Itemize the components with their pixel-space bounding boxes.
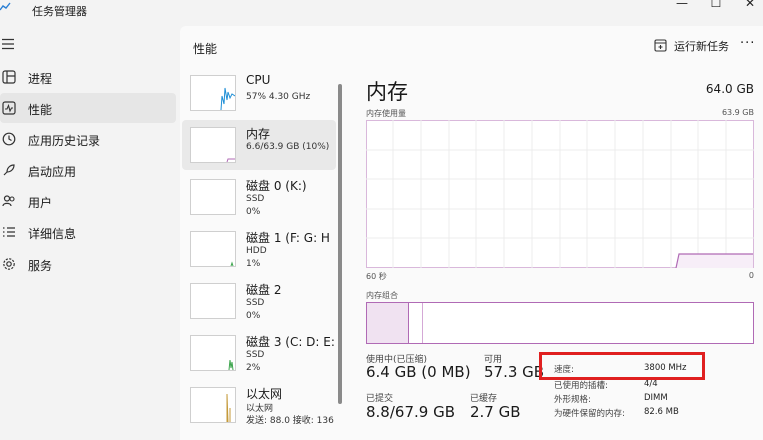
device-name: 磁盘 3 (C: D: E:: [246, 335, 335, 349]
in-use-value: 6.4 GB (0 MB): [366, 363, 471, 381]
hamburger-menu-icon[interactable]: [2, 38, 16, 50]
device-item-disk-3[interactable]: 磁盘 3 (C: D: E: SSD 2%: [182, 328, 336, 378]
device-type: HDD: [246, 246, 267, 256]
disk-thumbnail: [190, 231, 236, 267]
device-type: SSD: [246, 298, 265, 308]
composition-label: 内存组合: [366, 291, 398, 300]
network-throughput: 发送: 88.0 接收: 136: [246, 416, 334, 426]
memory-composition-bar: [366, 302, 754, 344]
device-item-memory[interactable]: 内存 6.6/63.9 GB (10%): [182, 120, 336, 170]
sidebar-item-app-history[interactable]: 应用历史记录: [0, 124, 176, 154]
speed-highlight-box: [539, 352, 705, 380]
sidebar-item-label: 服务: [28, 259, 53, 273]
sidebar-item-startup-apps[interactable]: 启动应用: [0, 155, 176, 185]
memory-usage-chart: [366, 120, 754, 268]
sidebar-item-label: 详细信息: [28, 227, 77, 241]
device-name: CPU: [246, 73, 271, 87]
committed-value: 8.8/67.9 GB: [366, 403, 455, 421]
more-options-button[interactable]: ···: [740, 36, 755, 51]
available-value: 57.3 GB: [484, 363, 545, 381]
performance-icon: [2, 101, 16, 115]
hardware-reserved-value: 82.6 MB: [644, 407, 679, 417]
sidebar-item-label: 进程: [28, 72, 53, 86]
slots-used-label: 已使用的插槽:: [554, 381, 608, 391]
app-title: 任务管理器: [32, 5, 87, 18]
device-usage: 1%: [246, 259, 261, 269]
run-task-icon: [654, 39, 667, 52]
cpu-thumbnail: [190, 75, 236, 111]
device-usage: 0%: [246, 311, 261, 321]
disk-thumbnail: [190, 335, 236, 371]
page-title: 性能: [193, 42, 218, 56]
device-item-cpu[interactable]: CPU 57% 4.30 GHz: [182, 68, 336, 118]
memory-total: 64.0 GB: [705, 82, 754, 96]
sidebar-item-label: 用户: [28, 196, 53, 210]
usage-chart-label: 内存使用量: [366, 109, 406, 118]
device-name: 磁盘 2: [246, 283, 282, 297]
disk-thumbnail: [190, 179, 236, 215]
task-manager-icon: [0, 2, 11, 11]
slots-used-value: 4/4: [644, 379, 658, 389]
chart-axis-left: 60 秒: [366, 272, 387, 281]
sidebar-item-label: 启动应用: [28, 165, 77, 179]
grid-icon: [2, 70, 16, 84]
sidebar-item-details[interactable]: 详细信息: [0, 217, 176, 247]
maximize-button[interactable]: ☐: [706, 0, 726, 10]
device-list: CPU 57% 4.30 GHz 内存 6.6/63.9 GB (10%) 磁盘…: [180, 66, 338, 440]
sidebar-item-label: 性能: [28, 103, 53, 117]
device-item-disk-0[interactable]: 磁盘 0 (K:) SSD 0%: [182, 172, 336, 222]
form-factor-value: DIMM: [644, 393, 668, 403]
composition-in-use: [367, 303, 409, 343]
composition-modified: [409, 303, 423, 343]
sidebar-item-processes[interactable]: 进程: [0, 62, 176, 92]
device-usage: 0%: [246, 207, 261, 217]
detail-title: 内存: [366, 80, 408, 104]
title-bar: 任务管理器 — ☐ ✕: [0, 0, 763, 22]
memory-detail-panel: 内存 64.0 GB 内存使用量 63.9 GB 60 秒 0 内存组合 使用中…: [364, 66, 760, 440]
usage-chart-max: 63.9 GB: [721, 108, 754, 117]
history-icon: [2, 132, 16, 146]
sidebar-item-performance[interactable]: 性能: [0, 93, 176, 123]
hardware-reserved-label: 为硬件保留的内存:: [554, 409, 625, 419]
device-item-disk-1[interactable]: 磁盘 1 (F: G: H HDD 1%: [182, 224, 336, 274]
device-name: 以太网: [246, 387, 283, 401]
list-icon: [3, 227, 15, 237]
startup-icon: [3, 164, 15, 176]
sidebar-item-users[interactable]: 用户: [0, 186, 176, 216]
cached-value: 2.7 GB: [470, 403, 521, 421]
run-new-task-label: 运行新任务: [674, 40, 729, 53]
sidebar-item-services[interactable]: 服务: [0, 249, 176, 279]
device-detail: 57% 4.30 GHz: [246, 92, 311, 102]
memory-thumbnail: [190, 127, 236, 163]
disk-thumbnail: [190, 283, 236, 319]
device-name: 磁盘 0 (K:): [246, 179, 307, 193]
form-factor-label: 外形规格:: [554, 395, 591, 405]
device-detail: 6.6/63.9 GB (10%): [246, 142, 330, 152]
chart-axis-right: 0: [748, 271, 754, 280]
device-type: SSD: [246, 194, 265, 204]
gear-icon: [3, 258, 15, 270]
device-list-scrollbar[interactable]: [338, 70, 342, 440]
device-usage: 2%: [246, 363, 261, 373]
close-button[interactable]: ✕: [740, 0, 760, 10]
sidebar-item-label: 应用历史记录: [28, 134, 101, 148]
minimize-button[interactable]: —: [672, 0, 692, 10]
ethernet-thumbnail: [190, 387, 236, 423]
device-item-ethernet[interactable]: 以太网 以太网 发送: 88.0 接收: 136: [182, 380, 336, 430]
scrollbar-thumb[interactable]: [338, 84, 342, 404]
main-content: 性能 运行新任务 ··· CPU 57% 4.30 GHz 内存 6.6/63.…: [180, 26, 763, 440]
users-icon: [2, 195, 15, 207]
sidebar: 进程 性能 应用历史记录 启动应用 用户 详细信息 服务: [0, 22, 180, 440]
device-item-disk-2[interactable]: 磁盘 2 SSD 0%: [182, 276, 336, 326]
device-name: 内存: [246, 127, 271, 141]
device-name: 磁盘 1 (F: G: H: [246, 231, 330, 245]
device-type: SSD: [246, 350, 265, 360]
